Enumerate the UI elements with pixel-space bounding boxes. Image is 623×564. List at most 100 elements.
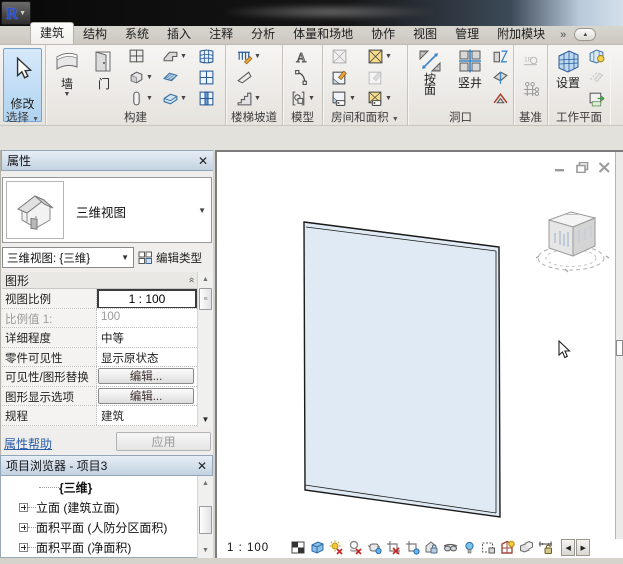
show-workplane-button[interactable] xyxy=(588,48,605,65)
window-button[interactable] xyxy=(128,48,145,65)
tree-item-elevations[interactable]: 立面 (建筑立面) xyxy=(1,497,197,517)
room-separator-button[interactable] xyxy=(331,69,348,86)
type-selector[interactable]: 三维视图 ▼ xyxy=(2,177,212,243)
ceiling-button[interactable] xyxy=(162,69,179,86)
tab-manage[interactable]: 管理 xyxy=(446,23,488,44)
roof-button[interactable] xyxy=(162,48,179,65)
area-boundary-button[interactable] xyxy=(367,69,384,86)
curtain-system-button[interactable] xyxy=(198,48,215,65)
edit-type-button[interactable]: 编辑类型 xyxy=(138,247,214,268)
tab-collaborate[interactable]: 协作 xyxy=(362,23,404,44)
group-header-graphics[interactable]: 图形 » xyxy=(2,272,197,289)
view-lock-icon[interactable] xyxy=(424,540,439,555)
canvas-scroll-thumb[interactable] xyxy=(616,340,623,356)
properties-scrollbar[interactable]: ▲ ≡ ▼ xyxy=(197,272,213,427)
column-button[interactable] xyxy=(128,90,145,107)
apply-button[interactable]: 应用 xyxy=(116,432,211,451)
grid-button[interactable] xyxy=(522,81,539,98)
expand-icon[interactable] xyxy=(19,523,28,532)
type-selector-dropdown-icon[interactable]: ▼ xyxy=(198,206,206,215)
scroll-down-icon[interactable]: ▼ xyxy=(199,413,212,426)
dormer-button[interactable] xyxy=(492,90,509,107)
tab-architecture[interactable]: 建筑 xyxy=(30,22,74,44)
analytical-model-icon[interactable] xyxy=(500,540,515,555)
scroll-up-icon[interactable]: ▲ xyxy=(199,477,212,490)
reveal-hidden-icon[interactable] xyxy=(462,540,477,555)
model-text-button[interactable]: A xyxy=(293,48,310,65)
roof-dropdown[interactable]: ▼ xyxy=(180,53,187,60)
stair-button[interactable] xyxy=(236,90,253,107)
tree-item-area-plans-net[interactable]: 面积平面 (净面积) xyxy=(1,537,197,557)
properties-help-link[interactable]: 属性帮助 xyxy=(4,435,52,452)
railing-button[interactable] xyxy=(236,48,253,65)
hide-isolate-icon[interactable] xyxy=(443,540,458,555)
shadows-icon[interactable] xyxy=(348,540,363,555)
scroll-thumb[interactable]: ≡ xyxy=(199,288,212,310)
opening-by-face-button[interactable]: 按 面 xyxy=(412,48,448,96)
application-menu-button[interactable]: R ▼ xyxy=(1,1,31,25)
show-crop-region-icon[interactable] xyxy=(405,540,420,555)
tab-structure[interactable]: 结构 xyxy=(74,23,116,44)
stair-dropdown[interactable]: ▼ xyxy=(254,95,261,102)
tree-item-area-plans-civil[interactable]: 面积平面 (人防分区面积) xyxy=(1,517,197,537)
instance-combo[interactable]: 三维视图: {三维} ▼ xyxy=(2,247,134,268)
viewbar-scroll-left-button[interactable]: ◀ xyxy=(561,539,575,556)
tab-massing-site[interactable]: 体量和场地 xyxy=(284,23,362,44)
scroll-up-icon[interactable]: ▲ xyxy=(199,273,212,286)
panel-label-datum[interactable]: 基准 xyxy=(514,109,547,124)
group-collapse-icon[interactable]: » xyxy=(186,278,197,283)
set-workplane-button[interactable]: 设置 xyxy=(550,48,586,91)
tag-room-dropdown[interactable]: ▼ xyxy=(349,95,356,102)
tab-view[interactable]: 视图 xyxy=(404,23,446,44)
discipline-value[interactable]: 建筑 xyxy=(97,406,197,425)
sun-path-icon[interactable] xyxy=(329,540,344,555)
model-group-button[interactable] xyxy=(290,90,307,107)
scroll-thumb[interactable] xyxy=(199,506,212,534)
visual-style-icon[interactable] xyxy=(310,540,325,555)
detail-level-icon[interactable] xyxy=(291,540,306,555)
model-group-dropdown[interactable]: ▼ xyxy=(308,95,315,102)
parts-visibility-value[interactable]: 显示原状态 xyxy=(97,348,197,367)
tree-item-3d-view[interactable]: {三维} xyxy=(1,477,197,497)
displacement-sets-icon[interactable] xyxy=(519,540,534,555)
tab-overflow-icon[interactable]: » xyxy=(554,27,568,44)
mullion-button[interactable] xyxy=(198,90,215,107)
minimize-ribbon-button[interactable]: ▲ xyxy=(574,28,596,41)
panel-label-workplane[interactable]: 工作平面 xyxy=(548,109,610,124)
component-dropdown[interactable]: ▼ xyxy=(146,74,153,81)
panel-label-select[interactable]: 选择 ▼ xyxy=(0,109,45,124)
rendering-dialog-icon[interactable] xyxy=(367,540,382,555)
wall-button[interactable]: 墙 ▼ xyxy=(51,49,83,97)
expand-icon[interactable] xyxy=(19,543,28,552)
column-dropdown[interactable]: ▼ xyxy=(146,95,153,102)
properties-close-icon[interactable]: ✕ xyxy=(198,154,208,168)
panel-label-model[interactable]: 模型 xyxy=(283,109,322,124)
vertical-opening-button[interactable] xyxy=(492,69,509,86)
canvas-vertical-scrollbar[interactable] xyxy=(615,152,623,539)
reveal-constraints-icon[interactable] xyxy=(538,540,553,555)
view-scale-button[interactable]: 1 : 100 xyxy=(227,542,269,554)
browser-scrollbar[interactable]: ▲ ▼ xyxy=(197,476,213,558)
floor-button[interactable] xyxy=(162,90,179,107)
tab-addins[interactable]: 附加模块 xyxy=(488,23,554,44)
ramp-button[interactable] xyxy=(236,69,253,86)
properties-header[interactable]: 属性 ✕ xyxy=(1,150,214,171)
area-button[interactable] xyxy=(367,48,384,65)
room-button[interactable] xyxy=(331,48,348,65)
area-dropdown[interactable]: ▼ xyxy=(385,53,392,60)
tag-area-dropdown[interactable]: ▼ xyxy=(385,95,392,102)
railing-dropdown[interactable]: ▼ xyxy=(254,53,261,60)
tag-area-button[interactable] xyxy=(367,90,384,107)
shaft-button[interactable]: 竖井 xyxy=(452,48,488,91)
panel-label-stairs[interactable]: 楼梯坡道 xyxy=(226,109,282,124)
display-options-edit-button[interactable]: 编辑... xyxy=(98,388,194,404)
expand-icon[interactable] xyxy=(19,503,28,512)
model-line-button[interactable] xyxy=(293,69,310,86)
tab-systems[interactable]: 系统 xyxy=(116,23,158,44)
panel-label-room-area[interactable]: 房间和面积 ▼ xyxy=(323,109,407,124)
view-scale-input[interactable]: 1 : 100 xyxy=(97,289,197,308)
tab-analyze[interactable]: 分析 xyxy=(242,23,284,44)
drawing-area[interactable]: 1 : 100 xyxy=(215,150,623,558)
project-browser-header[interactable]: 项目浏览器 - 项目3 ✕ xyxy=(0,455,213,476)
detail-level-value[interactable]: 中等 xyxy=(97,328,197,347)
